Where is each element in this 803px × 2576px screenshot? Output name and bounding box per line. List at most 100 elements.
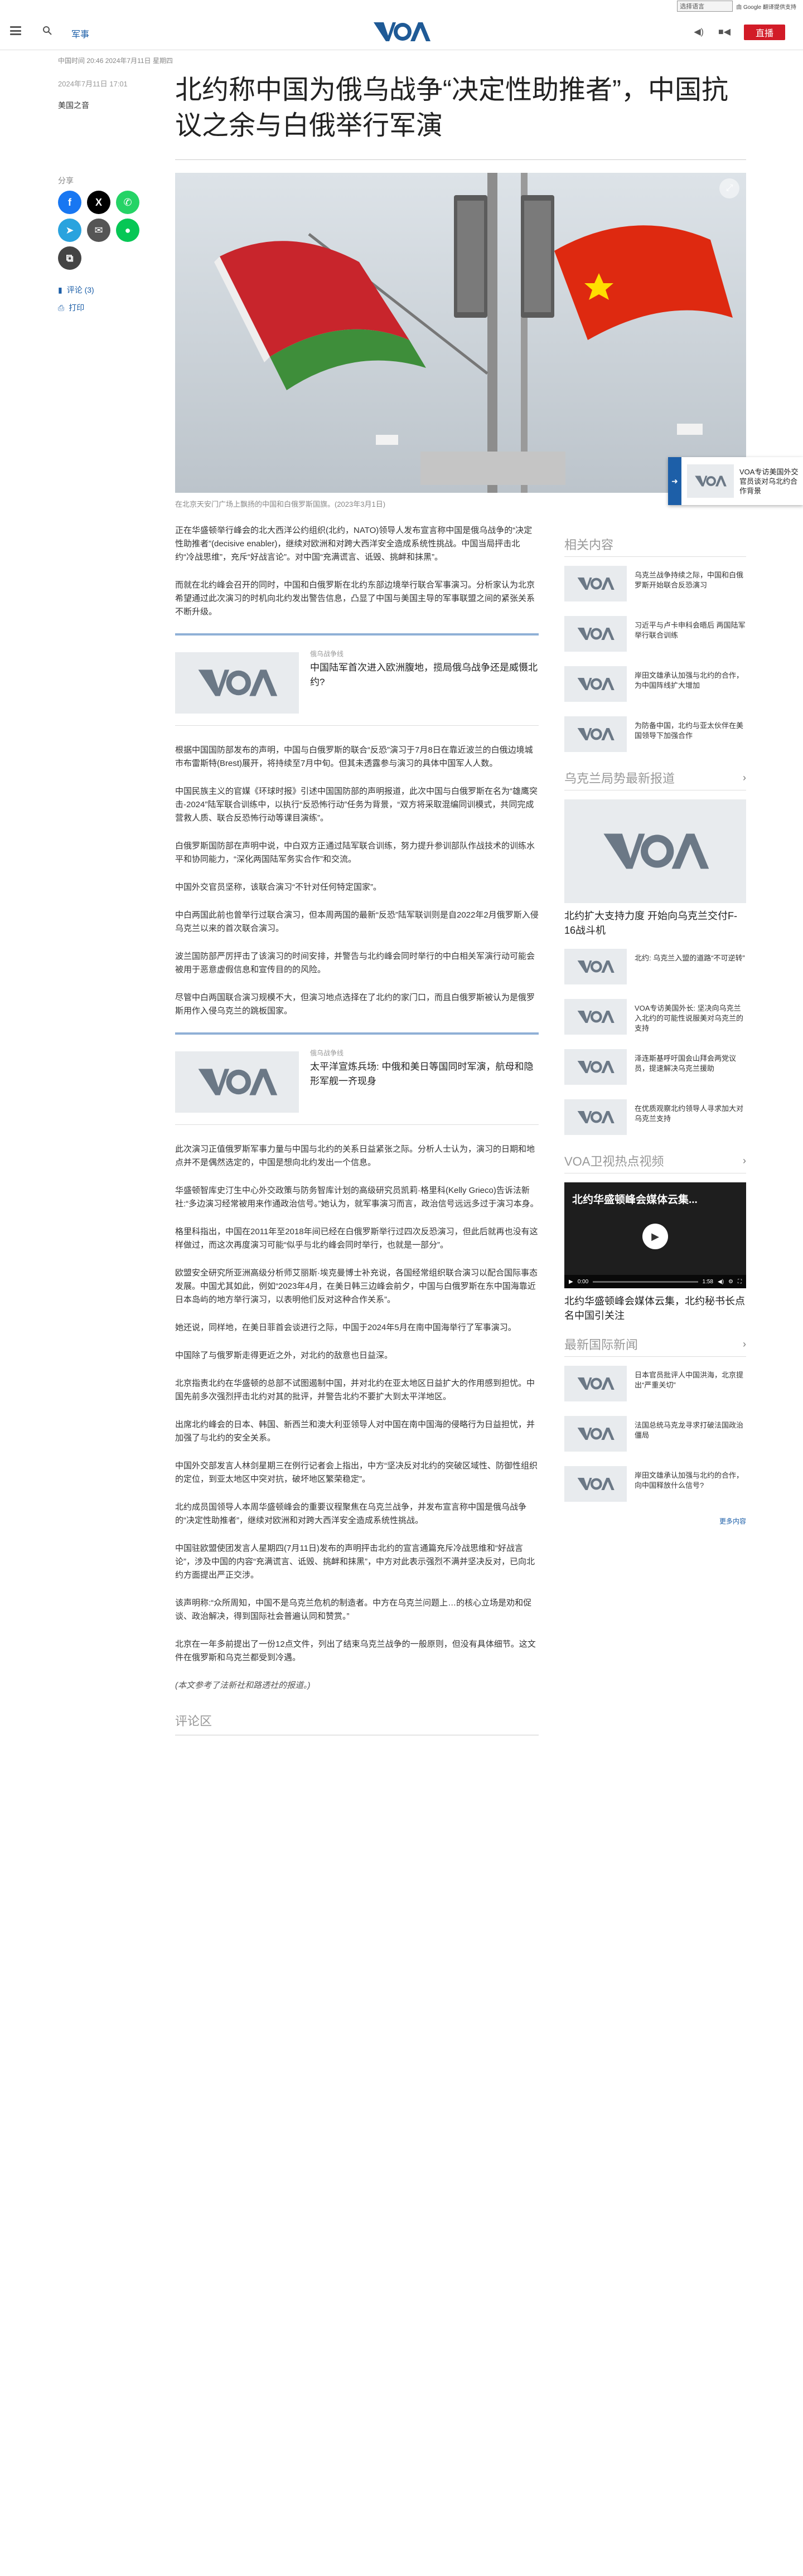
related-title[interactable]: 中国陆军首次进入欧洲腹地，揽局俄乌战争还是威慑北约? bbox=[310, 661, 539, 690]
site-header: 军事 ◀) ■◀ 直播 bbox=[0, 13, 803, 50]
expand-icon[interactable]: ⤢ bbox=[719, 178, 739, 198]
chevron-right-icon: › bbox=[743, 1338, 746, 1350]
more-link[interactable]: 更多内容 bbox=[564, 1516, 746, 1526]
print-icon: ⎙ bbox=[58, 303, 65, 312]
hamburger-menu-icon[interactable] bbox=[10, 25, 21, 37]
sticky-promo[interactable]: ➜ VOA专访美国外交官员谈对乌北约合作背景 bbox=[668, 457, 803, 505]
play-icon[interactable]: ▶ bbox=[642, 1224, 668, 1249]
fullscreen-icon[interactable]: ⛶ bbox=[738, 1279, 742, 1285]
list-item[interactable]: 习近平与卢卡申科会晤后 两国陆军举行联合训练 bbox=[564, 616, 746, 656]
paragraph: 北京在一年多前提出了一份12点文件，列出了结束乌克兰战争的一般原则，但没有具体细… bbox=[175, 1639, 536, 1662]
voa-thumbnail bbox=[175, 652, 299, 714]
print-link[interactable]: ⎙ 打印 bbox=[58, 302, 147, 313]
paragraph: 北约成员国领导人本周华盛顿峰会的重要议程聚焦在乌克兰战争，并发布宣言称中国是俄乌… bbox=[175, 1502, 527, 1525]
settings-icon[interactable]: ⚙ bbox=[728, 1279, 733, 1285]
sticky-text: VOA专访美国外交官员谈对乌北约合作背景 bbox=[739, 467, 799, 495]
divider bbox=[175, 159, 746, 160]
duration: 1:58 bbox=[702, 1278, 713, 1285]
paragraph: 根据中国国防部发布的声明，中国与白俄罗斯的联合“反恐”演习于7月8日在靠近波兰的… bbox=[175, 745, 533, 768]
arrow-icon: ➜ bbox=[668, 457, 681, 505]
voa-thumbnail bbox=[564, 1466, 627, 1502]
language-bar: 选择语言 由 Google 翻译提供支持 bbox=[0, 0, 803, 12]
audio-icon[interactable]: ◀) bbox=[694, 26, 704, 37]
related-article-card[interactable]: 俄乌战争线 中国陆军首次进入欧洲腹地，揽局俄乌战争还是威慑北约? bbox=[175, 633, 539, 726]
comments-link[interactable]: ▮ 评论 (3) bbox=[58, 284, 147, 295]
voa-thumbnail bbox=[564, 1099, 627, 1135]
video-camera-icon[interactable]: ■◀ bbox=[718, 26, 731, 37]
image-caption: 在北京天安门广场上飘扬的中国和白俄罗斯国旗。(2023年3月1日) bbox=[175, 500, 386, 508]
paragraph: 中白两国此前也曾举行过联合演习，但本周两国的最新“反恐”陆军联训则是自2022年… bbox=[175, 910, 539, 933]
featured-thumbnail[interactable] bbox=[564, 799, 746, 903]
facebook-icon[interactable]: f bbox=[58, 191, 81, 214]
related-kicker: 俄乌战争线 bbox=[310, 650, 344, 658]
paragraph: 格里科指出，中国在2011年至2018年间已经在白俄罗斯举行过四次反恐演习，但此… bbox=[175, 1227, 538, 1250]
comments-heading: 评论区 bbox=[175, 1711, 539, 1735]
current-time: 0:00 bbox=[577, 1278, 589, 1285]
intl-section-title[interactable]: 最新国际新闻 › bbox=[564, 1335, 746, 1357]
featured-title[interactable]: 北约扩大支持力度 开始向乌克兰交付F-16战斗机 bbox=[564, 909, 746, 938]
paragraph: 白俄罗斯国防部在声明中说，中白双方正通过陆军联合训练，努力提升参训部队作战技术的… bbox=[175, 841, 535, 864]
line-icon[interactable]: ● bbox=[116, 219, 139, 242]
list-item[interactable]: 岸田文雄承认加强与北约的合作，为中国阵线扩大增加 bbox=[564, 666, 746, 706]
x-twitter-icon[interactable]: X bbox=[87, 191, 110, 214]
search-icon[interactable] bbox=[42, 26, 52, 36]
list-item-title: 岸田文雄承认加强与北约的合作，向中国释放什么信号? bbox=[635, 1471, 744, 1490]
email-icon[interactable]: ✉ bbox=[87, 219, 110, 242]
paragraph: 波兰国防部严厉抨击了该演习的时间安排，并警告与北约峰会同时举行的中白相关军演行动… bbox=[175, 952, 535, 974]
voa-logo[interactable] bbox=[371, 19, 432, 45]
share-label: 分享 bbox=[58, 176, 74, 185]
voa-thumbnail bbox=[564, 566, 627, 601]
article-headline: 北约称中国为俄乌战争“决定性助推者”，中国抗议之余与白俄举行军演 bbox=[175, 75, 728, 140]
paragraph: 出席北约峰会的日本、韩国、新西兰和澳大利亚领导人对中国在南中国海的侵略行为日益担… bbox=[175, 1420, 535, 1443]
voa-thumbnail bbox=[564, 1049, 627, 1085]
video-caption[interactable]: 北约华盛顿峰会媒体云集，北约秘书长点名中国引关注 bbox=[564, 1294, 746, 1323]
paragraph: 华盛顿智库史汀生中心外交政策与防务智库计划的高级研究员凯莉·格里科(Kelly … bbox=[175, 1186, 539, 1209]
voa-thumbnail bbox=[564, 949, 627, 984]
ukraine-section-title[interactable]: 乌克兰局势最新报道 › bbox=[564, 769, 746, 790]
list-item-title: 泽连斯基呼吁国会山拜会两党议员，提速解决乌克兰援助 bbox=[635, 1054, 737, 1073]
language-select[interactable]: 选择语言 bbox=[677, 1, 733, 12]
voa-thumbnail bbox=[564, 999, 627, 1035]
voa-thumbnail bbox=[564, 1416, 627, 1452]
list-item[interactable]: 泽连斯基呼吁国会山拜会两党议员，提速解决乌克兰援助 bbox=[564, 1049, 746, 1089]
list-item-title: 日本官员批评人中国洪海，北京提出“严重关切” bbox=[635, 1371, 744, 1389]
paragraph: 此次演习正值俄罗斯军事力量与中国与北约的关系日益紧张之际。分析人士认为，演习的日… bbox=[175, 1144, 535, 1167]
sidebar: 相关内容 乌克兰战争持续之际，中国和白俄罗斯开始联合反恐演习 习近平与卢卡申科会… bbox=[564, 535, 746, 1526]
paragraph: 中国外交官员坚称，该联合演习“不针对任何特定国家”。 bbox=[175, 882, 381, 892]
section-link[interactable]: 军事 bbox=[71, 27, 89, 40]
list-item[interactable]: VOA专访美国外长: 坚决向乌克兰入北约的可能性说服美对乌克兰的支持 bbox=[564, 999, 746, 1039]
list-item-title: 法国总统马克龙寻求打破法国政治僵局 bbox=[635, 1421, 744, 1439]
share-panel: 分享 f X ✆ ➤ ✉ ● ⧉ ▮ 评论 (3) ⎙ 打印 bbox=[58, 175, 147, 313]
telegram-icon[interactable]: ➤ bbox=[58, 219, 81, 242]
seek-bar[interactable] bbox=[593, 1280, 698, 1283]
hero-image: ⤢ bbox=[175, 173, 746, 493]
author[interactable]: 美国之音 bbox=[58, 100, 170, 111]
whatsapp-icon[interactable]: ✆ bbox=[116, 191, 139, 214]
list-item[interactable]: 日本官员批评人中国洪海，北京提出“严重关切” bbox=[564, 1366, 746, 1406]
list-item[interactable]: 乌克兰战争持续之际，中国和白俄罗斯开始联合反恐演习 bbox=[564, 566, 746, 606]
list-item[interactable]: 为防备中国，北约与亚太伙伴在美国领导下加强合作 bbox=[564, 716, 746, 756]
paragraph: 中国民族主义的官媒《环球时报》引述中国国防部的声明报道，此次中国与白俄罗斯在名为… bbox=[175, 787, 538, 823]
list-item-title: 在优质观察北约领导人寻求加大对乌克兰支持 bbox=[635, 1104, 744, 1123]
list-item-title: 习近平与卢卡申科会晤后 两国陆军举行联合训练 bbox=[635, 621, 746, 639]
volume-icon[interactable]: ◀) bbox=[718, 1279, 724, 1285]
related-section-title: 相关内容 bbox=[564, 535, 746, 557]
related-title[interactable]: 太平洋宣炼兵场: 中俄和美日等国同时军演，航母和隐形军舰一齐现身 bbox=[310, 1060, 539, 1089]
list-item[interactable]: 岸田文雄承认加强与北约的合作，向中国释放什么信号? bbox=[564, 1466, 746, 1506]
video-section-title[interactable]: VOA卫视热点视频 › bbox=[564, 1152, 746, 1173]
live-button[interactable]: 直播 bbox=[744, 25, 785, 40]
list-item[interactable]: 在优质观察北约领导人寻求加大对乌克兰支持 bbox=[564, 1099, 746, 1139]
copy-link-icon[interactable]: ⧉ bbox=[58, 246, 81, 270]
google-translate-credit: 由 Google 翻译提供支持 bbox=[736, 4, 796, 11]
list-item-title: VOA专访美国外长: 坚决向乌克兰入北约的可能性说服美对乌克兰的支持 bbox=[635, 1004, 744, 1032]
paragraph: 尽管中白两国联合演习规模不大，但演习地点选择在了北约的家门口，而且白俄罗斯被认为… bbox=[175, 993, 535, 1016]
video-player[interactable]: 北约华盛顿峰会媒体云集... ▶ ▶ 0:00 1:58 ◀) ⚙ ⛶ bbox=[564, 1182, 746, 1288]
list-item[interactable]: 法国总统马克龙寻求打破法国政治僵局 bbox=[564, 1416, 746, 1456]
paragraph: 中国外交部发言人林剑星期三在例行记者会上指出，中方“坚决反对北约的突破区域性、防… bbox=[175, 1461, 538, 1484]
article-meta: 2024年7月11日 17:01 美国之音 bbox=[58, 78, 170, 111]
related-article-card[interactable]: 俄乌战争线 太平洋宣炼兵场: 中俄和美日等国同时军演，航母和隐形军舰一齐现身 bbox=[175, 1032, 539, 1125]
play-small-icon[interactable]: ▶ bbox=[569, 1279, 573, 1285]
list-item[interactable]: 北约: 乌克兰入盟的道路“不可逆转” bbox=[564, 949, 746, 989]
list-item-title: 岸田文雄承认加强与北约的合作，为中国阵线扩大增加 bbox=[635, 671, 744, 690]
paragraph: 而就在北约峰会召开的同时，中国和白俄罗斯在北约东部边境举行联合军事演习。分析家认… bbox=[175, 580, 535, 617]
